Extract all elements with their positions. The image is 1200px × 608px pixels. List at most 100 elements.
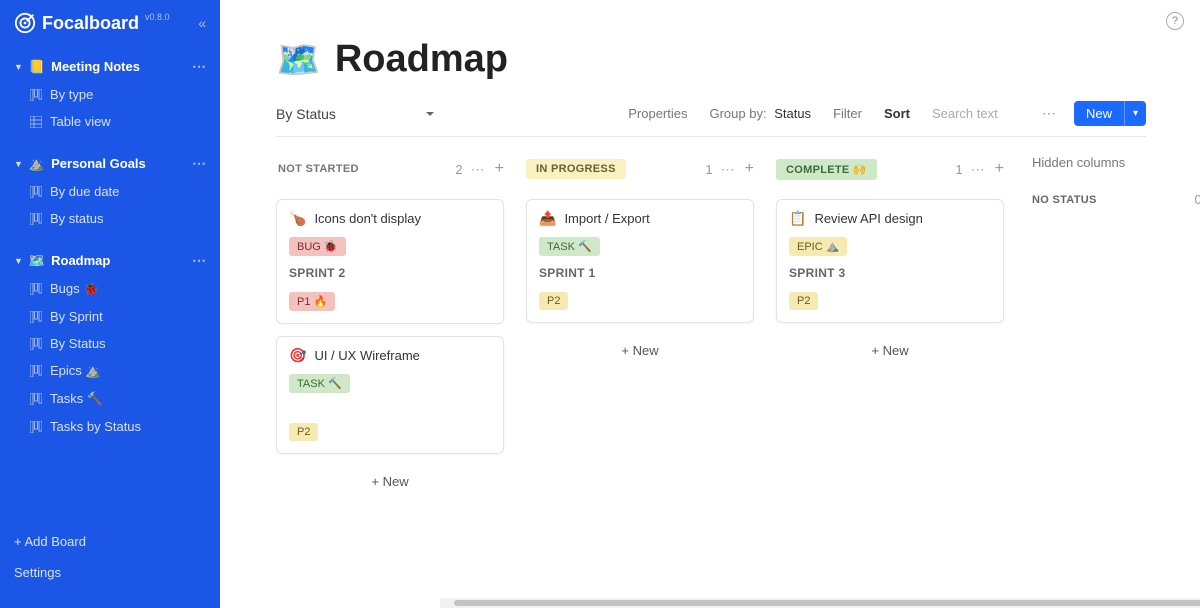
sidebar-view[interactable]: Bugs 🐞 xyxy=(0,275,220,303)
hidden-column-item[interactable]: NO STATUS0 xyxy=(1032,192,1200,207)
focalboard-logo-icon xyxy=(14,12,36,34)
sidebar-view[interactable]: Tasks 🔨 xyxy=(0,385,220,413)
column-add-icon[interactable]: + xyxy=(745,160,754,178)
sprint-label: SPRINT 3 xyxy=(789,266,991,280)
column-menu-icon[interactable]: ⋯ xyxy=(971,161,985,178)
type-tag: TASK 🔨 xyxy=(539,237,600,256)
sidebar-view[interactable]: By Sprint xyxy=(0,303,220,330)
kanban-board: NOT STARTED 2 ⋯ + 🍗Icons don't display BUG 🐞 S… xyxy=(220,137,1200,497)
chevron-down-icon: ▼ xyxy=(14,159,23,169)
column-count: 1 xyxy=(705,162,712,177)
board-menu-icon[interactable]: ⋯ xyxy=(192,252,206,269)
board-name: Roadmap xyxy=(51,253,110,268)
hidden-label: NO STATUS xyxy=(1032,194,1097,206)
sidebar-board-roadmap[interactable]: ▼ 🗺️ Roadmap ⋯ xyxy=(0,246,220,275)
sidebar-view[interactable]: Tasks by Status xyxy=(0,413,220,440)
card[interactable]: 🎯UI / UX Wireframe TASK 🔨 P2 xyxy=(276,336,504,454)
settings-button[interactable]: Settings xyxy=(0,557,220,588)
sidebar: Focalboard v0.8.0 « ▼📒Meeting Notes⋯By t… xyxy=(0,0,220,608)
sidebar-board-personal-goals[interactable]: ▼⛰️Personal Goals⋯ xyxy=(0,149,220,178)
sidebar-view[interactable]: By status xyxy=(0,205,220,232)
board-menu-icon[interactable]: ⋯ xyxy=(192,155,206,172)
page-title-text: Roadmap xyxy=(335,38,508,81)
view-label: By status xyxy=(50,211,103,226)
column-count: 2 xyxy=(455,162,462,177)
column-add-icon[interactable]: + xyxy=(995,160,1004,178)
collapse-sidebar-button[interactable]: « xyxy=(198,15,206,31)
group-by-value: Status xyxy=(774,106,811,121)
app-name: Focalboard xyxy=(42,13,139,34)
toolbar-more-icon[interactable]: ⋯ xyxy=(1042,105,1056,122)
card-title-text: UI / UX Wireframe xyxy=(314,348,419,363)
priority-tag: P1 🔥 xyxy=(289,292,335,311)
sidebar-view[interactable]: By Status xyxy=(0,330,220,357)
add-card-button[interactable]: + New xyxy=(526,335,754,366)
page-emoji: 🗺️ xyxy=(276,39,321,81)
view-label: Table view xyxy=(50,114,111,129)
card-emoji: 🍗 xyxy=(289,210,306,227)
hidden-columns: Hidden columnsNO STATUS0 xyxy=(1032,155,1200,207)
column-header: IN PROGRESS 1 ⋯ + xyxy=(526,155,754,183)
main-area: ? 🗺️ Roadmap By Status Properties Group … xyxy=(220,0,1200,608)
view-label: Tasks by Status xyxy=(50,419,141,434)
view-label: By due date xyxy=(50,184,119,199)
priority-tag: P2 xyxy=(289,423,318,441)
chevron-down-icon: ▼ xyxy=(14,62,23,72)
sort-button[interactable]: Sort xyxy=(884,106,910,121)
sidebar-view[interactable]: By type xyxy=(0,81,220,108)
add-board-button[interactable]: + Add Board xyxy=(0,526,220,557)
view-label: By type xyxy=(50,87,93,102)
type-tag: TASK 🔨 xyxy=(289,374,350,393)
board-emoji: 🗺️ xyxy=(29,253,45,269)
card-title-text: Review API design xyxy=(814,211,922,226)
column-header: NOT STARTED 2 ⋯ + xyxy=(276,155,504,183)
add-card-button[interactable]: + New xyxy=(276,466,504,497)
board-emoji: ⛰️ xyxy=(29,156,45,172)
sidebar-board-meeting-notes[interactable]: ▼📒Meeting Notes⋯ xyxy=(0,52,220,81)
sidebar-header: Focalboard v0.8.0 « xyxy=(0,12,220,42)
card[interactable]: 📤Import / ExportTASK 🔨SPRINT 1P2 xyxy=(526,199,754,323)
column-count: 1 xyxy=(955,162,962,177)
sprint-label: SPRINT 2 xyxy=(289,266,491,280)
help-icon[interactable]: ? xyxy=(1166,12,1184,30)
card-title: 🍗Icons don't display xyxy=(289,210,491,227)
group-by[interactable]: Group by: Status xyxy=(709,106,811,121)
view-label: Epics ⛰️ xyxy=(50,363,102,379)
column-label[interactable]: NOT STARTED xyxy=(276,159,369,179)
card-title: 📋 Review API design xyxy=(789,210,991,227)
chevron-down-icon: ▼ xyxy=(14,256,23,266)
properties-button[interactable]: Properties xyxy=(628,106,687,121)
column-menu-icon[interactable]: ⋯ xyxy=(471,161,485,178)
new-button-dropdown[interactable]: ▾ xyxy=(1124,101,1146,126)
sprint-label: SPRINT 1 xyxy=(539,266,741,280)
type-tag: BUG 🐞 xyxy=(289,237,346,256)
column-add-icon[interactable]: + xyxy=(495,160,504,178)
priority-tag: P2 xyxy=(789,292,818,310)
horizontal-scrollbar[interactable] xyxy=(440,598,1200,608)
view-selector[interactable]: By Status xyxy=(276,102,406,126)
column-label[interactable]: IN PROGRESS xyxy=(526,159,626,179)
view-label: Tasks 🔨 xyxy=(50,391,103,407)
board-emoji: 📒 xyxy=(29,59,45,75)
app-version: v0.8.0 xyxy=(145,12,170,22)
column-in_progress: IN PROGRESS1⋯+📤Import / ExportTASK 🔨SPRI… xyxy=(526,155,754,366)
group-by-label: Group by: xyxy=(709,106,766,121)
card[interactable]: 🍗Icons don't display BUG 🐞 SPRINT 2 P1 🔥 xyxy=(276,199,504,324)
view-selector-wrap: By Status xyxy=(276,102,406,126)
column-label[interactable]: COMPLETE 🙌 xyxy=(776,159,877,180)
card-title: 🎯UI / UX Wireframe xyxy=(289,347,491,364)
sidebar-view[interactable]: Epics ⛰️ xyxy=(0,357,220,385)
column-menu-icon[interactable]: ⋯ xyxy=(721,161,735,178)
sidebar-view[interactable]: By due date xyxy=(0,178,220,205)
sidebar-view[interactable]: Table view xyxy=(0,108,220,135)
new-button[interactable]: New xyxy=(1074,101,1124,126)
card[interactable]: 📋Review API designEPIC ⛰️SPRINT 3P2 xyxy=(776,199,1004,323)
sidebar-bottom: + Add Board Settings xyxy=(0,516,220,608)
filter-button[interactable]: Filter xyxy=(833,106,862,121)
card-emoji: 📋 xyxy=(789,210,806,227)
add-card-button[interactable]: + New xyxy=(776,335,1004,366)
search-input[interactable] xyxy=(932,106,1022,121)
board-menu-icon[interactable]: ⋯ xyxy=(192,58,206,75)
card-title-text: Import / Export xyxy=(564,211,649,226)
page-title: 🗺️ Roadmap xyxy=(220,0,1200,91)
